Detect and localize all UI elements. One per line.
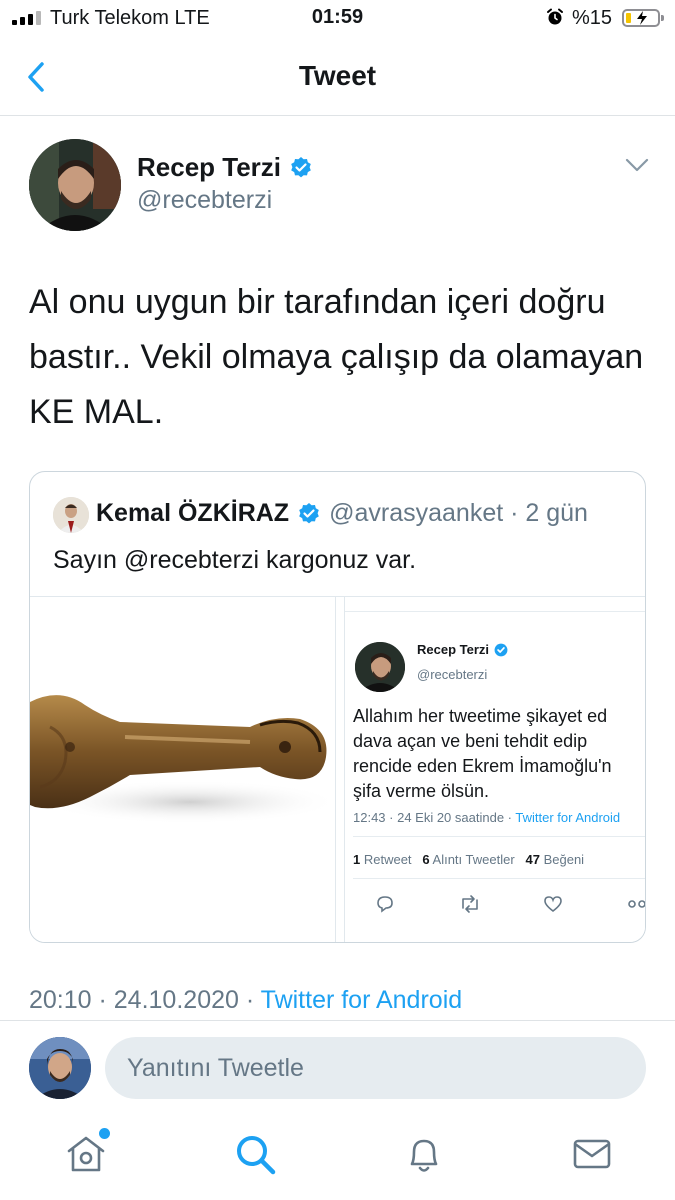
divider [353, 878, 645, 879]
notifications-icon [410, 1139, 438, 1172]
quote-count: 6 [422, 852, 430, 867]
quoted-tweet-card[interactable]: Kemal ÖZKİRAZ @avrasyaanket · 2 gün Sayı… [29, 471, 646, 943]
battery-percent: %15 [572, 7, 613, 29]
screenshot-line: Allahım her tweetime şikayet ed [353, 706, 608, 726]
quoted-tweet-text: Sayın @recebterzi kargonuz var. [53, 546, 417, 574]
like-count: 47 [525, 852, 540, 867]
media-divider [335, 597, 345, 942]
user-avatar[interactable] [29, 1037, 91, 1099]
retweet-label: Retweet [360, 852, 412, 867]
status-bar: Turk Telekom LTE 01:59 %15 [0, 0, 675, 38]
quoted-author-handle: @avrasyaanket · 2 gün [329, 499, 588, 527]
tweet-timestamp: 20:10 · 24.10.2020 · [29, 986, 261, 1014]
bone-image [30, 597, 335, 942]
screenshot-avatar [355, 642, 405, 692]
tweet-screenshot-image: Recep Terzi @recebterzi Allahım her twee… [345, 597, 645, 942]
home-icon [67, 1136, 105, 1172]
tab-search[interactable] [233, 1132, 277, 1176]
author-name-row: Recep Terzi [137, 152, 313, 183]
share-icon [628, 900, 645, 908]
tweet-source-link[interactable]: Twitter for Android [261, 986, 462, 1014]
verified-badge-icon [494, 643, 508, 656]
divider [353, 836, 645, 837]
screenshot-line: rencide eden Ekrem İmamoğlu'n [353, 756, 612, 776]
author-avatar[interactable] [29, 139, 121, 231]
screenshot-meta-source: Twitter for Android [515, 810, 621, 825]
screenshot-meta-time: 12:43 · 24 Eki 20 saatinde · [353, 810, 516, 825]
tab-messages[interactable] [570, 1132, 614, 1176]
screenshot-name-row: Recep Terzi [417, 642, 508, 657]
reply-icon [377, 896, 393, 913]
reply-bar [0, 1020, 675, 1112]
quoted-author-avatar [53, 497, 89, 533]
screenshot-actions [353, 894, 645, 914]
battery-icon [622, 9, 664, 27]
screenshot-author-name: Recep Terzi [417, 642, 490, 657]
screenshot-frame: Recep Terzi @recebterzi Allahım her twee… [345, 611, 645, 931]
chevron-down-icon[interactable] [624, 156, 650, 174]
navigation-bar: Tweet [0, 38, 675, 116]
search-icon [237, 1136, 276, 1175]
tab-notifications[interactable] [402, 1132, 446, 1176]
page-title: Tweet [298, 60, 377, 91]
screenshot-line: dava açan ve beni tehdit edip [353, 731, 588, 751]
reply-input[interactable] [105, 1037, 646, 1099]
quote-label: Alıntı Tweetler [429, 852, 515, 867]
like-label: Beğeni [539, 852, 585, 867]
tab-home[interactable] [64, 1128, 110, 1176]
alarm-icon [547, 8, 563, 25]
author-name[interactable]: Recep Terzi [137, 152, 281, 183]
screenshot-stats: 1 Retweet 6 Alıntı Tweetler 47 Beğeni [353, 852, 584, 867]
tweet-text: Al onu uygun bir tarafından içeri doğru … [29, 283, 644, 431]
screenshot-line: şifa verme ölsün. [353, 781, 490, 801]
author-handle[interactable]: @recebterzi [137, 186, 272, 215]
tab-bar [0, 1112, 675, 1200]
tweet-meta: 20:10 · 24.10.2020 · Twitter for Android [29, 986, 462, 1015]
screenshot-author-handle: @recebterzi [417, 667, 488, 682]
quoted-author-name: Kemal ÖZKİRAZ [96, 499, 290, 527]
quoted-media: Recep Terzi @recebterzi Allahım her twee… [30, 596, 645, 942]
verified-badge-icon [299, 502, 319, 523]
screenshot-meta: 12:43 · 24 Eki 20 saatinde · Twitter for… [353, 810, 620, 825]
messages-icon [573, 1139, 611, 1169]
like-icon [544, 896, 562, 913]
notification-dot [99, 1128, 110, 1139]
retweet-icon [462, 895, 478, 913]
verified-badge-icon [291, 156, 311, 177]
screenshot-tweet-text: Allahım her tweetime şikayet ed dava aça… [353, 704, 645, 804]
quoted-tweet-header: Kemal ÖZKİRAZ @avrasyaanket · 2 gün [96, 499, 588, 528]
